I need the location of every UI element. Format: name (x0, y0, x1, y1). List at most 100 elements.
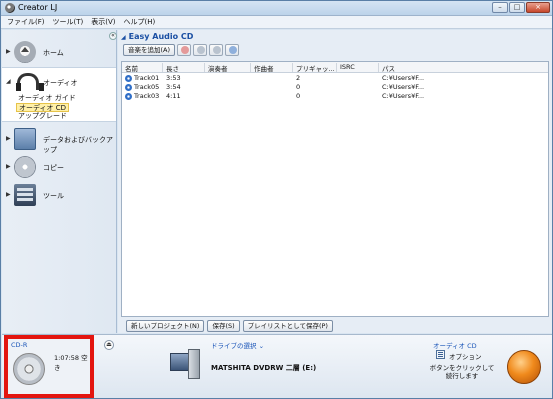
menu-bar: ファイル(F) ツール(T) 表示(V) ヘルプ(H) (1, 16, 552, 29)
expand-arrow-icon: ▶ (6, 48, 11, 55)
sidebar-subitem-upgrade[interactable]: アップグレード (16, 112, 69, 121)
collapse-arrow-icon: ◢ (121, 34, 126, 41)
backup-icon (14, 128, 36, 150)
remove-icon (181, 46, 190, 54)
column-isrc[interactable]: ISRC (340, 63, 355, 71)
column-divider (378, 63, 379, 72)
chevron-down-icon: ⌄ (258, 342, 265, 350)
sidebar-item-label: ホーム (43, 49, 64, 57)
window-controls: – □ × (492, 2, 550, 13)
home-icon (14, 41, 36, 63)
project-actions: 新しいプロジェクト(N) 保存(S) プレイリストとして保存(P) (126, 320, 333, 332)
sidebar-item-tools[interactable]: ▶ ツール (2, 181, 116, 209)
menu-file[interactable]: ファイル(F) (7, 16, 45, 28)
title-bar[interactable]: Creator LJ – □ × (1, 1, 552, 16)
minimize-button[interactable]: – (492, 2, 508, 13)
save-button[interactable]: 保存(S) (207, 320, 240, 332)
table-row[interactable]: Track05 3:54 0 C:¥Users¥F... (122, 83, 548, 92)
add-music-button[interactable]: 音楽を追加(A) (123, 44, 176, 56)
table-row[interactable]: Track03 4:11 0 C:¥Users¥F... (122, 92, 548, 101)
collapse-arrow-icon: ◢ (6, 78, 11, 85)
menu-view[interactable]: 表示(V) (91, 16, 115, 28)
sidebar-item-label: データおよびバックアップ (43, 136, 113, 154)
window-title: Creator LJ (18, 3, 58, 12)
page-title-text: Easy Audio CD (128, 32, 194, 41)
app-logo-icon (5, 3, 15, 13)
column-divider (162, 63, 163, 72)
column-divider (204, 63, 205, 72)
sidebar-item-backup[interactable]: ▶ データおよびバックアップ (2, 125, 116, 154)
move-up-icon (197, 46, 206, 54)
options-link[interactable]: オプション (449, 351, 482, 361)
burn-footer: CD-R 1:07:58 空き ⏏ ドライブの選択 ⌄ MATSHITA DVD… (2, 334, 552, 398)
app-window: Creator LJ – □ × ファイル(F) ツール(T) 表示(V) ヘル… (0, 0, 553, 399)
tool-icon (14, 184, 36, 206)
column-divider (336, 63, 337, 72)
move-down-button[interactable] (209, 44, 224, 56)
table-header: 名前 長さ 演奏者 作曲者 プリギャッ... ISRC パス (122, 62, 548, 73)
column-path[interactable]: パス (382, 63, 395, 73)
sidebar-item-label: ツール (43, 192, 64, 200)
info-icon (229, 46, 238, 54)
menu-tools[interactable]: ツール(T) (53, 16, 84, 28)
sidebar-subitem-audio-guide[interactable]: オーディオ ガイド (16, 94, 78, 103)
cell-pregap: 0 (296, 83, 301, 91)
drive-select-dropdown[interactable]: ドライブの選択 ⌄ (211, 340, 264, 350)
cell-name: Track05 (134, 83, 160, 91)
column-name[interactable]: 名前 (125, 63, 138, 73)
new-project-button[interactable]: 新しいプロジェクト(N) (126, 320, 205, 332)
tower-shape (188, 349, 200, 379)
expand-arrow-icon: ▶ (6, 135, 11, 142)
column-composer[interactable]: 作曲者 (254, 63, 274, 73)
track-table: 名前 長さ 演奏者 作曲者 プリギャッ... ISRC パス Track01 3… (121, 61, 549, 317)
headphone-icon (14, 71, 44, 93)
sidebar-item-label: オーディオ (43, 79, 78, 87)
page-title: ◢ Easy Audio CD (121, 32, 193, 41)
column-divider (292, 63, 293, 72)
cell-path: C:¥Users¥F... (382, 74, 425, 82)
column-performer[interactable]: 演奏者 (208, 63, 228, 73)
copy-icon (14, 156, 36, 178)
expand-arrow-icon: ▶ (6, 191, 11, 198)
cell-pregap: 2 (296, 74, 301, 82)
sidebar-item-label: コピー (43, 164, 64, 172)
computer-drive-icon (170, 349, 200, 381)
burn-mode-label: オーディオ CD (433, 342, 477, 350)
maximize-button[interactable]: □ (509, 2, 525, 13)
main-panel: ◢ Easy Audio CD 音楽を追加(A) 名前 長さ 演奏者 作曲者 プリ… (118, 30, 552, 333)
audio-track-icon (125, 75, 132, 82)
drive-select-label: ドライブの選択 (211, 342, 257, 350)
cell-path: C:¥Users¥F... (382, 83, 425, 91)
audio-track-icon (125, 93, 132, 100)
cell-length: 3:54 (166, 83, 181, 91)
expand-arrow-icon: ▶ (6, 163, 11, 170)
move-up-button[interactable] (193, 44, 208, 56)
remove-button[interactable] (177, 44, 192, 56)
audio-track-icon (125, 84, 132, 91)
table-row[interactable]: Track01 3:53 2 C:¥Users¥F... (122, 74, 548, 83)
column-divider (250, 63, 251, 72)
close-button[interactable]: × (526, 2, 550, 13)
cell-length: 3:53 (166, 74, 181, 82)
media-type-label: CD-R (11, 341, 28, 349)
drive-name: MATSHITA DVDRW 二層 (E:) (211, 364, 317, 372)
sidebar-subitem-audio-cd[interactable]: オーディオ CD (16, 103, 70, 112)
burn-hint-line: 続行します (445, 372, 479, 380)
cell-path: C:¥Users¥F... (382, 92, 425, 100)
sidebar-item-audio[interactable]: ◢ オーディオ (2, 68, 116, 96)
sidebar-item-copy[interactable]: ▶ コピー (2, 153, 116, 181)
burn-hint-line: ボタンをクリックして (429, 364, 495, 372)
burn-hint: ボタンをクリックして 続行します (422, 364, 502, 380)
media-status-panel: CD-R 1:07:58 空き (4, 335, 94, 398)
options-icon[interactable] (436, 350, 445, 359)
burn-start-button[interactable] (507, 350, 541, 384)
menu-help[interactable]: ヘルプ(H) (124, 16, 156, 28)
cell-length: 4:11 (166, 92, 181, 100)
save-as-playlist-button[interactable]: プレイリストとして保存(P) (242, 320, 333, 332)
eject-button[interactable]: ⏏ (104, 340, 114, 350)
toolbar: 音楽を追加(A) (123, 43, 240, 57)
info-button[interactable] (225, 44, 240, 56)
sidebar-item-home[interactable]: ▶ ホーム (2, 38, 116, 66)
column-length[interactable]: 長さ (166, 63, 179, 73)
column-pregap[interactable]: プリギャッ... (296, 63, 335, 73)
